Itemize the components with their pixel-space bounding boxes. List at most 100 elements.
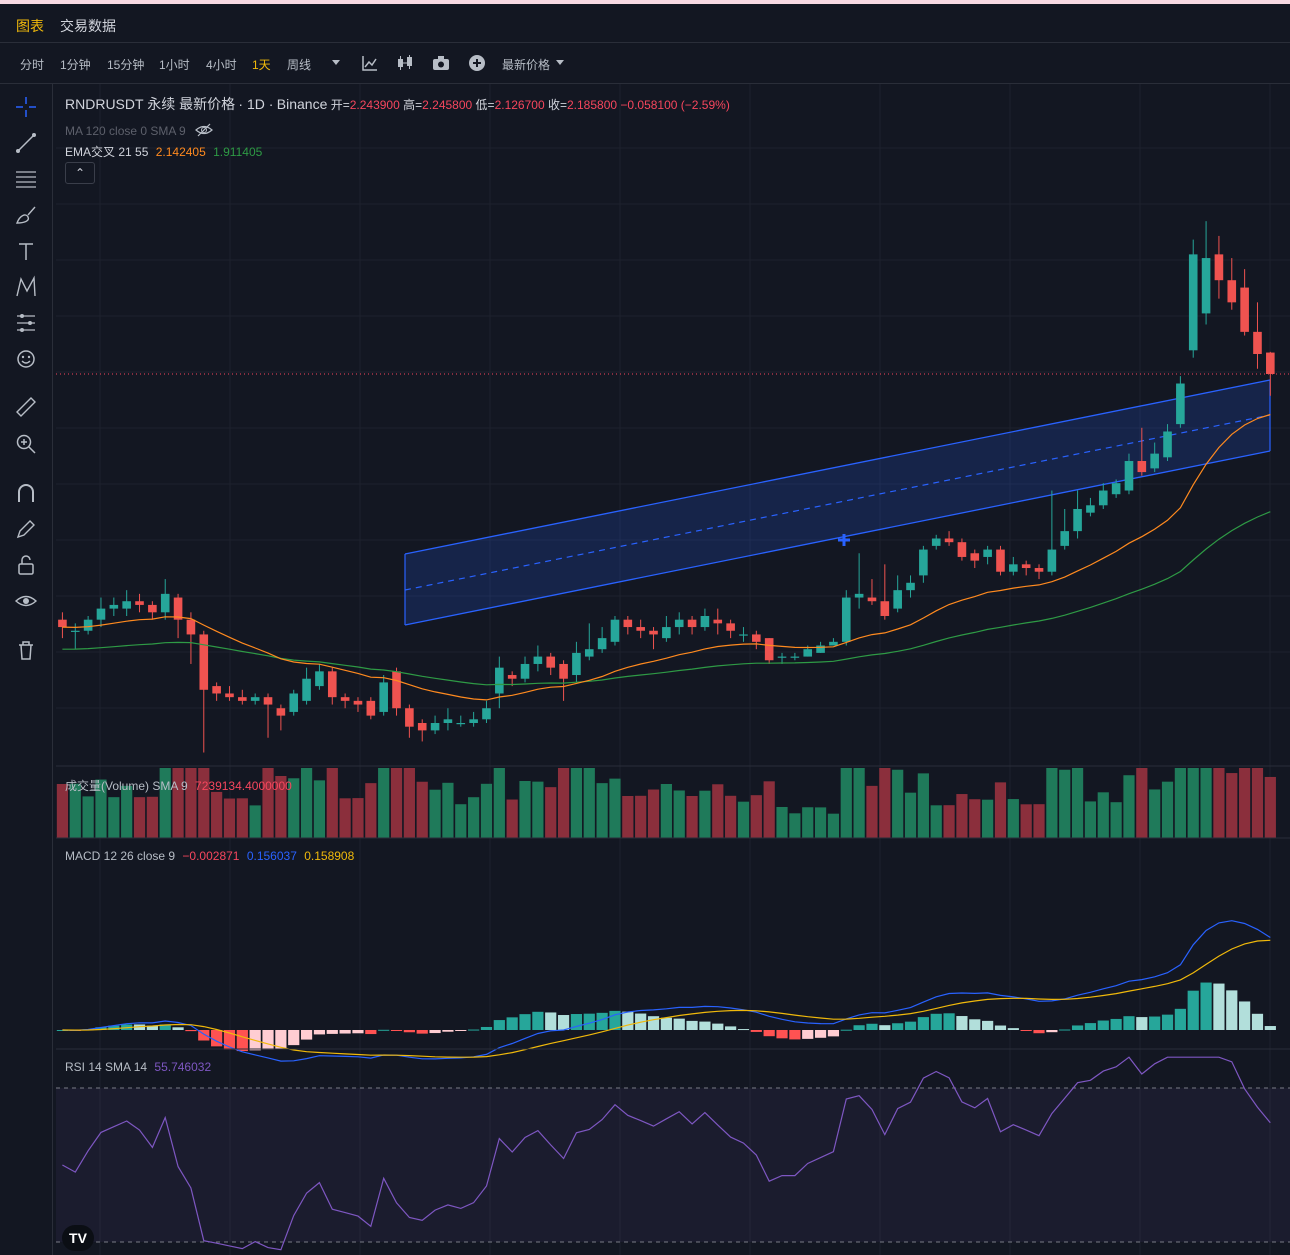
ema-legend[interactable]: EMA交叉 21 55 2.142405 1.911405: [65, 143, 262, 160]
macd-hist-bar: [519, 1014, 531, 1030]
candle-body: [263, 697, 273, 705]
volume-bar: [300, 768, 313, 838]
candle-body: [713, 619, 723, 624]
candle-body: [1111, 483, 1121, 495]
macd-hist-bar: [686, 1020, 698, 1030]
volume-bar: [442, 782, 454, 838]
volume-bar: [596, 783, 608, 838]
candle-body: [1201, 258, 1211, 314]
macd-label: MACD 12 26 close 9: [65, 849, 176, 863]
tradingview-logo[interactable]: TV: [62, 1225, 94, 1251]
ma-legend[interactable]: MA 120 close 0 SMA 9: [65, 119, 213, 138]
change-value: −0.058100 (−2.59%): [620, 98, 730, 112]
volume-bar: [1020, 804, 1032, 838]
macd-hist-bar: [853, 1025, 865, 1030]
macd-hist-bar: [596, 1012, 608, 1030]
candle-body: [225, 693, 234, 698]
macd-legend[interactable]: MACD 12 26 close 9 −0.002871 0.156037 0.…: [65, 849, 354, 863]
candle-body: [572, 652, 581, 676]
candle-body: [186, 619, 196, 635]
volume-bar: [1200, 768, 1212, 838]
candle-body: [636, 627, 645, 631]
macd-hist-bar: [1046, 1030, 1058, 1033]
candle-body: [83, 619, 93, 631]
candle-body: [1240, 287, 1249, 332]
macd-hist-bar: [982, 1020, 994, 1030]
candle-body: [1137, 461, 1147, 473]
volume-bar: [969, 799, 981, 838]
rsi-band: [56, 1088, 1290, 1242]
volume-value: 7239134.4000000: [195, 779, 292, 793]
candle-body: [199, 634, 209, 690]
symbol-legend: RNDRUSDT 永续 最新价格 · 1D · Binance 开=2.2439…: [65, 94, 730, 114]
volume-bar: [365, 783, 377, 838]
interval-label: · 1D ·: [238, 96, 274, 112]
volume-bar: [211, 791, 223, 838]
candle-body: [1124, 461, 1134, 491]
candle-body: [456, 723, 466, 725]
candle-body: [970, 553, 980, 561]
candle-body: [1163, 431, 1172, 458]
candle-body: [739, 634, 748, 636]
macd-hist-bar: [699, 1021, 711, 1030]
volume-bar: [827, 813, 840, 838]
volume-bar: [789, 813, 801, 838]
volume-bar: [1226, 773, 1238, 838]
volume-bar: [493, 768, 505, 838]
volume-bar: [1264, 776, 1276, 838]
macd-hist-bar: [840, 1029, 852, 1031]
candle-body: [417, 723, 427, 731]
macd-hist-bar: [429, 1030, 441, 1034]
macd-hist-bar: [763, 1030, 775, 1037]
low-label: 低=: [475, 98, 495, 112]
symbol-name[interactable]: RNDRUSDT 永续 最新价格: [65, 96, 235, 112]
candle-body: [764, 638, 774, 661]
macd-hist-bar: [545, 1012, 557, 1030]
candle-body: [906, 582, 915, 591]
candle-body: [212, 686, 221, 694]
volume-bar: [725, 795, 737, 838]
candle-body: [482, 708, 491, 720]
macd-hist-bar: [352, 1030, 364, 1034]
macd-hist-bar: [313, 1030, 326, 1035]
macd-hist-bar: [969, 1019, 981, 1030]
macd-hist-bar: [1239, 1001, 1251, 1030]
candle-body: [790, 656, 800, 658]
open-label: 开=: [330, 98, 350, 112]
volume-bar: [982, 799, 994, 838]
candle-body: [533, 656, 543, 664]
open-value: 2.243900: [349, 98, 400, 112]
macd-hist-bar: [455, 1030, 467, 1031]
macd-hist-bar: [1136, 1017, 1148, 1030]
macd-hist-bar: [236, 1030, 248, 1052]
volume-bar: [814, 807, 827, 838]
macd-hist-bar: [300, 1030, 313, 1040]
candle-body: [649, 630, 658, 635]
candle-body: [353, 700, 363, 705]
volume-bar: [416, 781, 428, 838]
low-value: 2.126700: [494, 98, 545, 112]
volume-bar: [930, 805, 942, 838]
macd-hist-bar: [532, 1011, 544, 1030]
candle-body: [1253, 331, 1262, 355]
candle-body: [96, 608, 106, 620]
candle-body: [392, 671, 401, 709]
candle-body: [983, 549, 992, 557]
macd-hist-bar: [1264, 1026, 1276, 1030]
eye-hidden-icon[interactable]: [195, 122, 213, 138]
rsi-legend[interactable]: RSI 14 SMA 14 55.746032: [65, 1060, 211, 1074]
volume-bar: [1084, 801, 1097, 838]
macd-hist-bar: [622, 1011, 634, 1030]
candle-body: [559, 663, 568, 679]
candle-body: [546, 656, 556, 668]
collapse-legend-button[interactable]: ⌃: [65, 162, 95, 184]
macd-hist-bar: [802, 1030, 814, 1039]
macd-hist-bar: [660, 1017, 672, 1030]
volume-bar: [1174, 768, 1186, 838]
volume-bar: [313, 780, 326, 838]
volume-legend[interactable]: 成交量(Volume) SMA 9 7239134.4000000: [65, 777, 292, 794]
candle-body: [70, 630, 80, 632]
macd-hist-bar: [1007, 1028, 1019, 1030]
candle-body: [597, 638, 607, 650]
signal-value: 0.158908: [304, 849, 355, 863]
